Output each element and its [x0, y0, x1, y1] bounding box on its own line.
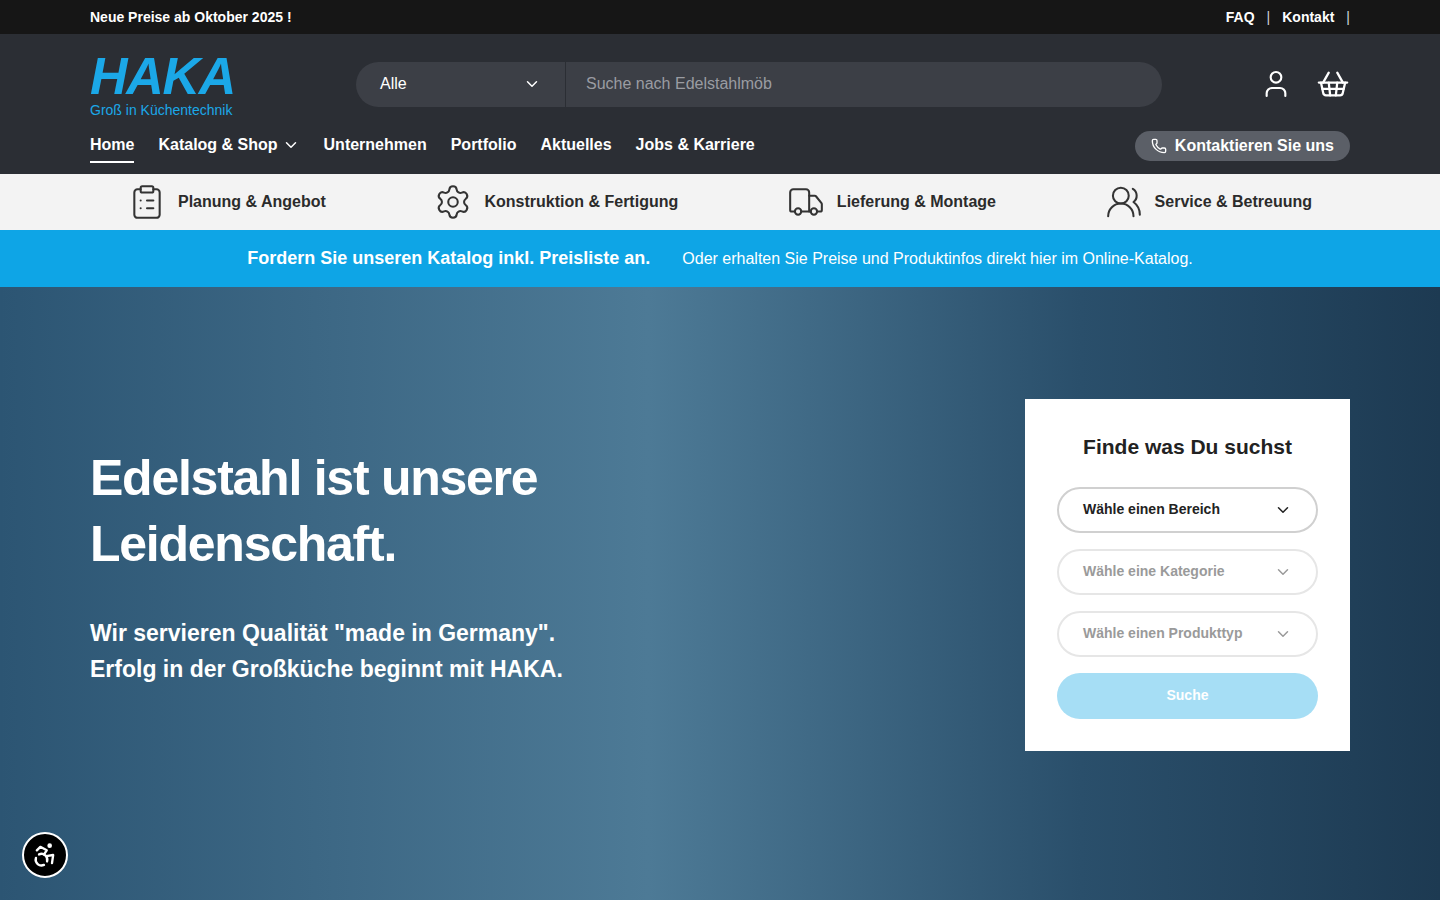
- chevron-down-icon: [1274, 625, 1292, 643]
- separator: |: [1267, 7, 1271, 28]
- logo[interactable]: HAKAGroß in Küchentechnik: [90, 51, 356, 117]
- service-icon: [434, 183, 472, 221]
- phone-icon: [1151, 138, 1167, 154]
- hero: Edelstahl ist unsere Leidenschaft.Wir se…: [0, 287, 1440, 900]
- service-item[interactable]: Planung & Angebot: [128, 183, 326, 221]
- chevron-down-icon: [523, 75, 541, 93]
- accessibility-button[interactable]: [22, 832, 68, 878]
- hero-subtitle: Wir servieren Qualität "made in Germany"…: [90, 615, 1025, 651]
- separator: |: [1346, 7, 1350, 28]
- account-icon[interactable]: [1260, 68, 1292, 100]
- nav-item[interactable]: Katalog & Shop: [158, 129, 299, 163]
- service-icon: [128, 183, 166, 221]
- finder-card: Finde was Du suchstWähle einen BereichWä…: [1025, 399, 1350, 751]
- cart-icon[interactable]: [1316, 67, 1350, 101]
- nav-item[interactable]: Jobs & Karriere: [636, 129, 755, 163]
- service-icon: [787, 183, 825, 221]
- contact-button[interactable]: Kontaktieren Sie uns: [1135, 131, 1350, 161]
- service-item[interactable]: Service & Betreuung: [1105, 183, 1312, 221]
- hero-subtitle: Erfolg in der Großküche beginnt mit HAKA…: [90, 651, 1025, 687]
- nav-item[interactable]: Portfolio: [451, 129, 517, 163]
- category-select[interactable]: Alle: [356, 62, 566, 107]
- chevron-down-icon: [1274, 563, 1292, 581]
- search-bar: Alle: [356, 62, 1162, 107]
- finder-select[interactable]: Wähle einen Bereich: [1057, 487, 1318, 533]
- nav-item[interactable]: Aktuelles: [540, 129, 611, 163]
- service-item[interactable]: Konstruktion & Fertigung: [434, 183, 678, 221]
- top-link[interactable]: Kontakt: [1282, 7, 1334, 28]
- search-button: Suche: [1057, 673, 1318, 719]
- top-links: FAQ | Kontakt |: [1226, 7, 1350, 28]
- service-icon: [1105, 183, 1143, 221]
- price-notice: Neue Preise ab Oktober 2025 !: [90, 7, 292, 28]
- chevron-down-icon: [1274, 501, 1292, 519]
- hero-text: Edelstahl ist unsere Leidenschaft.Wir se…: [90, 445, 1025, 900]
- services-strip: Planung & Angebot Konstruktion & Fertigun…: [0, 174, 1440, 230]
- chevron-down-icon: [282, 136, 300, 154]
- main-nav: Home Katalog & Shop Unternehmen Portfolio Ak…: [90, 118, 1350, 174]
- search-input[interactable]: [566, 62, 1162, 107]
- catalog-banner[interactable]: Fordern Sie unseren Katalog inkl. Preisl…: [0, 230, 1440, 287]
- top-link[interactable]: FAQ: [1226, 7, 1255, 28]
- finder-select: Wähle einen Produkttyp: [1057, 611, 1318, 657]
- top-bar: Neue Preise ab Oktober 2025 ! FAQ | Kontakt…: [0, 0, 1440, 34]
- nav-item[interactable]: Unternehmen: [324, 129, 427, 163]
- header: HAKAGroß in KüchentechnikAlle Home Katalog…: [0, 34, 1440, 174]
- nav-item[interactable]: Home: [90, 129, 134, 163]
- accessibility-icon: [31, 841, 59, 869]
- service-item[interactable]: Lieferung & Montage: [787, 183, 996, 221]
- finder-select: Wähle eine Kategorie: [1057, 549, 1318, 595]
- page: Neue Preise ab Oktober 2025 ! FAQ | Kontakt…: [0, 0, 1440, 900]
